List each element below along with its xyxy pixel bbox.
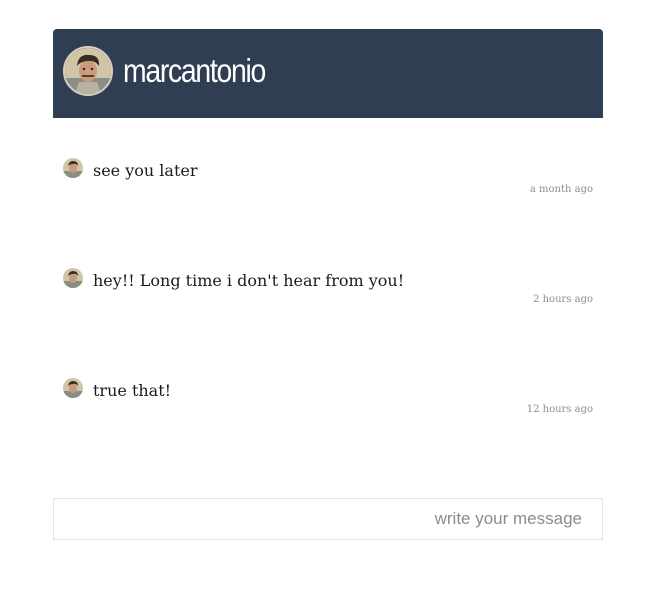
chat-message: hey!! Long time i don't hear from you! 2… xyxy=(53,268,603,328)
chat-username: marcantonio xyxy=(123,52,266,89)
chat-header: marcantonio xyxy=(53,29,603,118)
message-avatar-icon xyxy=(63,158,83,178)
message-text: hey!! Long time i don't hear from you! xyxy=(93,271,405,290)
message-timestamp: 12 hours ago xyxy=(526,404,593,415)
message-timestamp: 2 hours ago xyxy=(533,294,593,305)
message-text: see you later xyxy=(93,161,198,180)
user-avatar-icon[interactable] xyxy=(63,46,113,96)
message-text: true that! xyxy=(93,381,172,400)
message-avatar-icon xyxy=(63,378,83,398)
chat-message: see you later a month ago xyxy=(53,158,603,218)
message-avatar-icon xyxy=(63,268,83,288)
message-timestamp: a month ago xyxy=(529,184,593,195)
chat-message: true that! 12 hours ago xyxy=(53,378,603,438)
message-composer xyxy=(53,498,603,540)
message-input[interactable] xyxy=(54,499,602,539)
